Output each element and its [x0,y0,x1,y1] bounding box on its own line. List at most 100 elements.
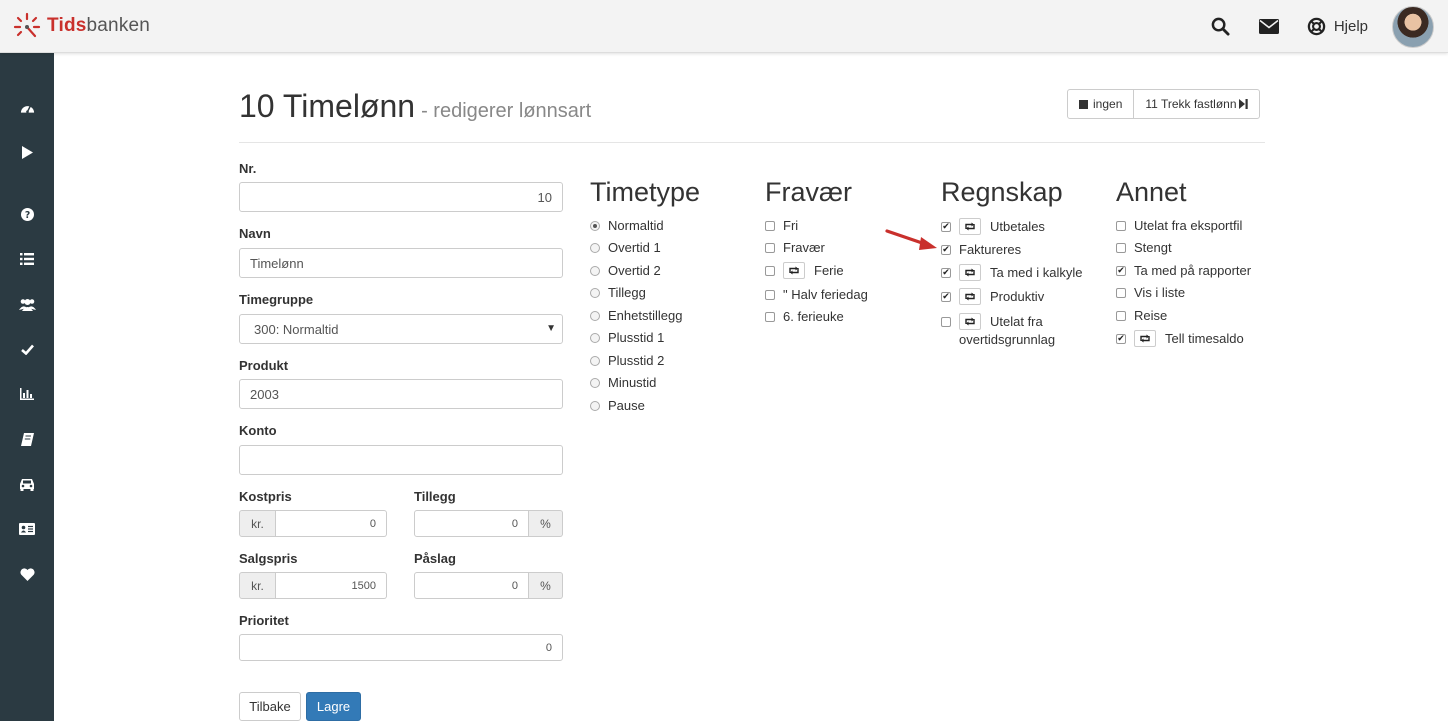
tillegg-input[interactable]: 0 [414,510,529,537]
next-record-button[interactable]: 11 Trekk fastlønn [1133,90,1258,118]
timetype-option-overtid-1[interactable]: Overtid 1 [590,240,661,255]
checkbox-checked-icon: ✔ [941,244,951,255]
search-icon[interactable] [1210,16,1232,38]
checkbox-icon [1116,287,1126,298]
fravaer-option-fravaer[interactable]: Fravær [765,240,825,255]
fravaer-option-fri[interactable]: Fri [765,218,798,233]
timetype-option-minustid[interactable]: Minustid [590,375,656,390]
annet-option-stengt[interactable]: Stengt [1116,240,1172,255]
sidebar-item-dashboard[interactable] [0,92,54,122]
checkbox-icon [765,220,775,231]
regnskap-option-produktiv[interactable]: ✔ Produktiv [941,288,1044,305]
checkbox-icon [1116,242,1126,253]
radio-icon [590,242,600,253]
retweet-icon[interactable] [959,288,981,305]
retweet-icon[interactable] [959,264,981,281]
annet-option-reise[interactable]: Reise [1116,308,1167,323]
radio-icon [590,310,600,321]
produkt-input[interactable]: 2003 [239,379,563,409]
timetype-option-normaltid[interactable]: Normaltid [590,218,664,233]
sidebar-item-id-card[interactable] [0,514,54,544]
kostpris-prefix: kr. [239,510,276,537]
retweet-icon[interactable] [783,262,805,279]
checkbox-checked-icon: ✔ [941,291,951,302]
timetype-option-enhetstillegg[interactable]: Enhetstillegg [590,308,682,323]
option-label: Tillegg [608,285,646,300]
annet-option-ta-med-pa-rapporter[interactable]: ✔ Ta med på rapporter [1116,263,1251,278]
avatar[interactable] [1392,5,1434,48]
option-label: Ta med på rapporter [1134,263,1252,278]
fravaer-option-6-ferieuke[interactable]: 6. ferieuke [765,309,844,324]
fravaer-option-halv-feriedag[interactable]: " Halv feriedag [765,287,868,302]
sidebar-item-list[interactable] [0,244,54,274]
radio-selected-icon [590,220,600,231]
regnskap-option-utelat-fra-overtidsgrunnlag[interactable]: Utelat fra [941,313,1043,330]
sidebar-item-travel[interactable] [0,469,54,499]
fravaer-option-ferie[interactable]: Ferie [765,262,844,279]
salgspris-label: Salgspris [239,551,298,566]
paslag-label: Påslag [414,551,456,566]
help-link[interactable]: Hjelp [1334,18,1368,35]
logo[interactable]: Tidsbanken [13,12,150,40]
next-record-label: 11 Trekk fastlønn [1145,97,1237,111]
sidebar-item-book[interactable] [0,424,54,454]
stop-icon [1079,99,1088,109]
checkbox-icon [765,289,775,300]
sidebar: ? [0,53,54,721]
navn-input[interactable]: Timelønn [239,248,563,278]
option-label: Utelat fra eksportfil [1134,218,1243,233]
sidebar-item-reports[interactable] [0,379,54,409]
option-label: Plusstid 1 [608,330,665,345]
radio-icon [590,265,600,276]
retweet-icon[interactable] [959,218,981,235]
regnskap-option-ta-med-i-kalkyle[interactable]: ✔ Ta med i kalkyle [941,264,1082,281]
save-button[interactable]: Lagre [306,692,361,721]
timegruppe-select[interactable]: 300: Normaltid ▼ [239,314,563,344]
timetype-option-plusstid-1[interactable]: Plusstid 1 [590,330,664,345]
svg-text:?: ? [24,210,29,221]
salgspris-input[interactable]: 1500 [276,572,387,599]
option-label: Pause [608,398,645,413]
sidebar-item-users[interactable] [0,289,54,319]
timetype-option-overtid-2[interactable]: Overtid 2 [590,263,661,278]
header-divider [239,142,1265,143]
option-label: Reise [1134,308,1168,323]
regnskap-option-faktureres[interactable]: ✔ Faktureres [941,242,1021,257]
previous-record-button[interactable]: ingen [1068,90,1133,118]
prioritet-label: Prioritet [239,613,289,628]
kostpris-input[interactable]: 0 [276,510,387,537]
sidebar-item-favorites[interactable] [0,559,54,589]
paslag-input[interactable]: 0 [414,572,529,599]
produkt-label: Produkt [239,358,289,373]
regnskap-heading: Regnskap [941,177,1063,207]
prioritet-input[interactable]: 0 [239,634,563,661]
lifebuoy-icon[interactable] [1306,16,1328,38]
retweet-icon[interactable] [1134,330,1156,347]
fravaer-heading: Fravær [765,177,852,207]
sidebar-item-help[interactable]: ? [0,199,54,229]
annet-option-tell-timesaldo[interactable]: ✔ Tell timesaldo [1116,330,1244,347]
mail-icon[interactable] [1258,16,1280,38]
konto-label: Konto [239,423,277,438]
sidebar-item-approve[interactable] [0,334,54,364]
annet-option-utelat-fra-eksportfil[interactable]: Utelat fra eksportfil [1116,218,1242,233]
heart-icon [19,567,35,581]
checkbox-checked-icon: ✔ [941,267,951,278]
timetype-option-tillegg[interactable]: Tillegg [590,285,646,300]
sidebar-item-play[interactable] [0,137,54,167]
checkbox-icon [765,242,775,253]
option-label: Stengt [1134,240,1172,255]
timetype-option-plusstid-2[interactable]: Plusstid 2 [590,353,664,368]
retweet-icon[interactable] [959,313,981,330]
nr-input[interactable]: 10 [239,182,563,212]
option-label-line2: overtidsgrunnlag [959,332,1056,347]
annet-option-vis-i-liste[interactable]: Vis i liste [1116,285,1185,300]
logo-text: Tidsbanken [47,15,150,37]
konto-input[interactable] [239,445,563,475]
kostpris-group: kr. 0 [239,510,387,537]
question-icon: ? [20,207,34,221]
option-label: Faktureres [959,242,1022,257]
timetype-option-pause[interactable]: Pause [590,398,645,413]
regnskap-option-utbetales[interactable]: ✔ Utbetales [941,218,1045,235]
back-button[interactable]: Tilbake [239,692,301,721]
